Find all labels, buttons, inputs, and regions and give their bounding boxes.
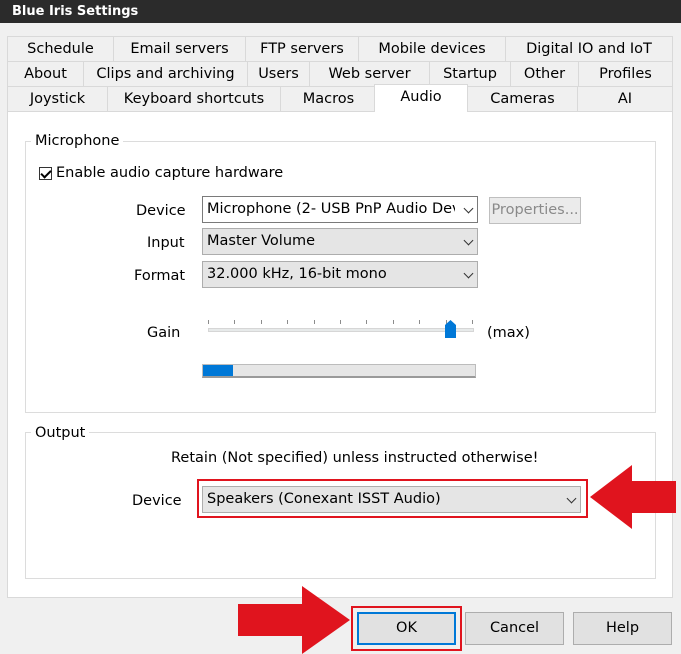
slider-tick <box>314 320 315 324</box>
ok-button[interactable]: OK <box>357 612 456 645</box>
arrow-left-icon <box>590 465 676 529</box>
microphone-group-title: Microphone <box>31 133 124 149</box>
input-label: Input <box>147 235 185 251</box>
tab-schedule[interactable]: Schedule <box>7 36 114 61</box>
tab-clips-archiving[interactable]: Clips and archiving <box>83 61 248 86</box>
tab-other[interactable]: Other <box>510 61 579 86</box>
chevron-down-icon <box>463 268 474 279</box>
chevron-down-icon <box>463 235 474 246</box>
audio-level-meter <box>202 364 476 378</box>
gain-label: Gain <box>147 325 181 341</box>
tab-joystick[interactable]: Joystick <box>7 86 108 111</box>
help-button[interactable]: Help <box>573 612 672 645</box>
tab-users[interactable]: Users <box>247 61 310 86</box>
tab-mobile-devices[interactable]: Mobile devices <box>358 36 506 61</box>
mic-device-value: Microphone (2- USB PnP Audio Device) <box>207 201 455 217</box>
format-select[interactable]: 32.000 kHz, 16-bit mono <box>202 261 478 288</box>
tab-ftp-servers[interactable]: FTP servers <box>245 36 359 61</box>
mic-device-select[interactable]: Microphone (2- USB PnP Audio Device) <box>202 196 478 223</box>
slider-tick <box>234 320 235 324</box>
audio-level-meter-fill <box>203 365 233 376</box>
tab-about[interactable]: About <box>7 61 84 86</box>
enable-audio-capture-label: Enable audio capture hardware <box>56 165 284 181</box>
tab-macros[interactable]: Macros <box>280 86 377 111</box>
tab-audio[interactable]: Audio <box>374 84 468 112</box>
cancel-button[interactable]: Cancel <box>465 612 564 645</box>
gain-slider-track <box>208 328 474 332</box>
audio-settings-panel: Microphone Enable audio capture hardware… <box>7 111 673 598</box>
tab-keyboard-shortcuts[interactable]: Keyboard shortcuts <box>107 86 281 111</box>
mic-device-label: Device <box>136 203 186 219</box>
slider-tick <box>393 320 394 324</box>
format-label: Format <box>134 268 186 284</box>
window-title: Blue Iris Settings <box>0 0 681 23</box>
tab-startup[interactable]: Startup <box>429 61 511 86</box>
tab-digital-io-iot[interactable]: Digital IO and IoT <box>505 36 673 61</box>
output-note: Retain (Not specified) unless instructed… <box>171 450 539 466</box>
format-value: 32.000 kHz, 16-bit mono <box>207 266 387 282</box>
enable-audio-capture-checkbox[interactable] <box>39 167 52 180</box>
output-device-select[interactable]: Speakers (Conexant ISST Audio) <box>202 486 581 513</box>
chevron-down-icon <box>463 203 474 214</box>
output-device-value: Speakers (Conexant ISST Audio) <box>207 491 441 507</box>
tab-web-server[interactable]: Web server <box>309 61 430 86</box>
arrow-right-icon <box>238 586 350 654</box>
gain-max-label: (max) <box>487 325 530 341</box>
tab-cameras[interactable]: Cameras <box>467 86 578 111</box>
slider-tick <box>261 320 262 324</box>
slider-tick <box>366 320 367 324</box>
slider-tick <box>472 320 473 324</box>
tab-profiles[interactable]: Profiles <box>578 61 673 86</box>
tab-ai[interactable]: AI <box>577 86 673 111</box>
input-value: Master Volume <box>207 233 316 249</box>
chevron-down-icon <box>566 493 577 504</box>
input-select[interactable]: Master Volume <box>202 228 478 255</box>
properties-button[interactable]: Properties... <box>489 197 581 224</box>
gain-slider[interactable] <box>208 312 478 342</box>
tab-email-servers[interactable]: Email servers <box>113 36 246 61</box>
slider-tick <box>340 320 341 324</box>
slider-tick <box>208 320 209 324</box>
output-device-label: Device <box>132 493 182 509</box>
output-group-title: Output <box>31 425 90 441</box>
slider-tick <box>419 320 420 324</box>
slider-tick <box>287 320 288 324</box>
